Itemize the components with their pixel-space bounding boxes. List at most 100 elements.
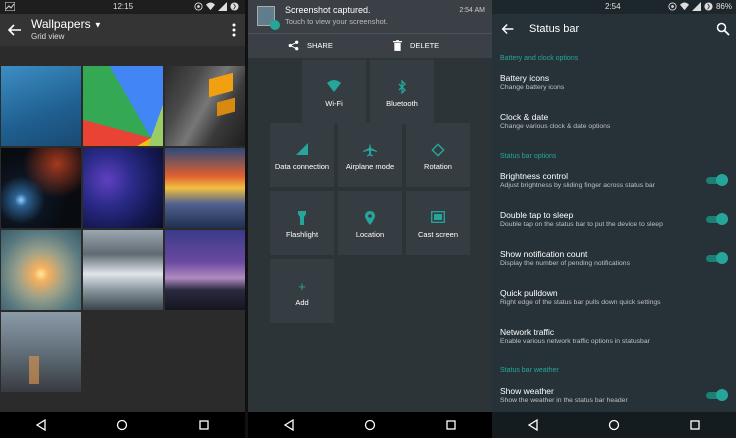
setting-title: Show notification count — [500, 249, 588, 259]
view-mode-label: Grid view — [31, 32, 65, 41]
qs-tile-label: Flashlight — [285, 230, 319, 239]
setting-title: Network traffic — [500, 327, 555, 337]
nav-back-icon[interactable] — [26, 413, 56, 437]
setting-brightness-control[interactable]: Brightness control Adjust brightness by … — [492, 168, 736, 198]
setting-clock-date[interactable]: Clock & date Change various clock & date… — [492, 109, 736, 139]
qs-tile-flashlight[interactable]: Flashlight — [270, 191, 334, 255]
section-header: Battery and clock options — [500, 55, 579, 62]
toggle-switch[interactable] — [706, 389, 728, 401]
notification-text: Touch to view your screenshot. — [285, 17, 388, 26]
screenshot-badge-icon — [270, 20, 280, 30]
screenshot-notification[interactable]: Screenshot captured. Touch to view your … — [248, 0, 492, 58]
qs-tile-bluetooth[interactable]: Bluetooth — [370, 60, 434, 124]
dropdown-arrow-icon: ▼ — [93, 20, 102, 30]
rotation-icon — [431, 143, 445, 157]
nav-recents-icon[interactable] — [680, 413, 710, 437]
nav-recents-icon[interactable] — [189, 413, 219, 437]
battery-level: 86% — [715, 2, 732, 11]
page-title[interactable]: Wallpapers ▼ — [31, 17, 102, 31]
toggle-switch[interactable] — [706, 213, 728, 225]
status-bar: 2:54 86% — [492, 0, 736, 14]
setting-title: Show weather — [500, 386, 554, 396]
setting-summary: Display the number of pending notificati… — [500, 260, 630, 267]
back-arrow-icon[interactable] — [500, 21, 518, 39]
qs-tile-label: Add — [295, 298, 309, 307]
notification-icon — [5, 2, 15, 11]
qs-tile-label: Data connection — [274, 162, 330, 171]
flashlight-icon — [298, 211, 306, 225]
wifi-icon — [327, 80, 341, 92]
setting-summary: Show the weather in the status bar heade… — [500, 397, 628, 404]
qs-tile-cast[interactable]: Cast screen — [406, 191, 470, 255]
qs-tile-label: Location — [355, 230, 385, 239]
app-toolbar: Wallpapers ▼ Grid view — [0, 14, 245, 46]
qs-tile-label: Cast screen — [417, 230, 459, 239]
setting-show-weather[interactable]: Show weather Show the weather in the sta… — [492, 383, 736, 413]
status-bar-settings-screen: 2:54 86% Status bar Battery and clock op… — [492, 0, 736, 438]
qs-tile-label: Airplane mode — [345, 162, 395, 171]
setting-title: Battery icons — [500, 73, 550, 83]
section-header: Status bar options — [500, 153, 557, 160]
wallpaper-rain[interactable] — [165, 148, 245, 228]
toggle-switch[interactable] — [706, 174, 728, 186]
nav-back-icon[interactable] — [274, 413, 304, 437]
notification-time: 2:54 AM — [459, 7, 485, 14]
cast-icon — [431, 211, 445, 223]
setting-battery-icons[interactable]: Battery icons Change battery icons — [492, 70, 736, 100]
status-icons — [194, 2, 239, 11]
wallpaper-kitkat[interactable] — [83, 66, 163, 146]
setting-title: Quick pulldown — [500, 288, 558, 298]
qs-tile-location[interactable]: Location — [338, 191, 402, 255]
navigation-bar — [492, 412, 736, 438]
delete-button[interactable]: DELETE — [393, 36, 439, 54]
qs-tile-rotation[interactable]: Rotation — [406, 123, 470, 187]
location-pin-icon — [365, 211, 375, 225]
qs-tile-data[interactable]: Data connection — [270, 123, 334, 187]
wallpaper-mountain[interactable] — [165, 230, 245, 310]
airplane-icon — [363, 143, 377, 157]
nav-home-icon[interactable] — [107, 413, 137, 437]
share-icon — [288, 40, 299, 50]
clock: 12:15 — [113, 2, 134, 11]
nav-home-icon[interactable] — [599, 413, 629, 437]
nav-recents-icon[interactable] — [436, 413, 466, 437]
overflow-menu-icon[interactable] — [229, 22, 239, 38]
setting-double-tap-sleep[interactable]: Double tap to sleep Double tap on the st… — [492, 207, 736, 237]
wallpaper-city[interactable] — [1, 312, 81, 392]
page-title: Status bar — [529, 23, 580, 35]
quick-settings-screen: Screenshot captured. Touch to view your … — [248, 0, 492, 438]
page-title-text: Wallpapers — [31, 17, 91, 31]
back-arrow-icon[interactable] — [6, 21, 24, 39]
setting-notification-count[interactable]: Show notification count Display the numb… — [492, 246, 736, 276]
nav-back-icon[interactable] — [518, 413, 548, 437]
wallpaper-river[interactable] — [83, 230, 163, 310]
app-toolbar: Status bar — [492, 14, 736, 46]
toggle-switch[interactable] — [706, 252, 728, 264]
setting-network-traffic[interactable]: Network traffic Enable various network t… — [492, 324, 736, 354]
delete-label: DELETE — [410, 40, 440, 50]
notification-divider — [248, 33, 492, 34]
trash-icon — [393, 39, 402, 51]
search-icon[interactable] — [716, 22, 730, 36]
wallpaper-sunset[interactable] — [1, 230, 81, 310]
setting-summary: Change battery icons — [500, 84, 565, 91]
wallpaper-nebula[interactable] — [1, 148, 81, 228]
share-button[interactable]: SHARE — [288, 36, 333, 54]
wallpaper-blue[interactable] — [1, 66, 81, 146]
setting-summary: Change various clock & date options — [500, 123, 611, 130]
qs-tile-wifi[interactable]: Wi-Fi — [302, 60, 366, 124]
setting-quick-pulldown[interactable]: Quick pulldown Right edge of the status … — [492, 285, 736, 315]
wallpaper-stars[interactable] — [83, 148, 163, 228]
setting-title: Double tap to sleep — [500, 210, 574, 220]
setting-summary: Enable various network traffic options i… — [500, 338, 650, 345]
plus-icon: + — [298, 279, 306, 294]
nav-home-icon[interactable] — [355, 413, 385, 437]
bluetooth-icon — [397, 80, 407, 94]
qs-tile-label: Wi-Fi — [325, 99, 343, 108]
wallpaper-building[interactable] — [165, 66, 245, 146]
setting-summary: Double tap on the status bar to put the … — [500, 221, 663, 228]
qs-tile-label: Rotation — [424, 162, 452, 171]
qs-tile-airplane[interactable]: Airplane mode — [338, 123, 402, 187]
qs-tile-label: Bluetooth — [386, 99, 418, 108]
qs-tile-add[interactable]: + Add — [270, 259, 334, 323]
